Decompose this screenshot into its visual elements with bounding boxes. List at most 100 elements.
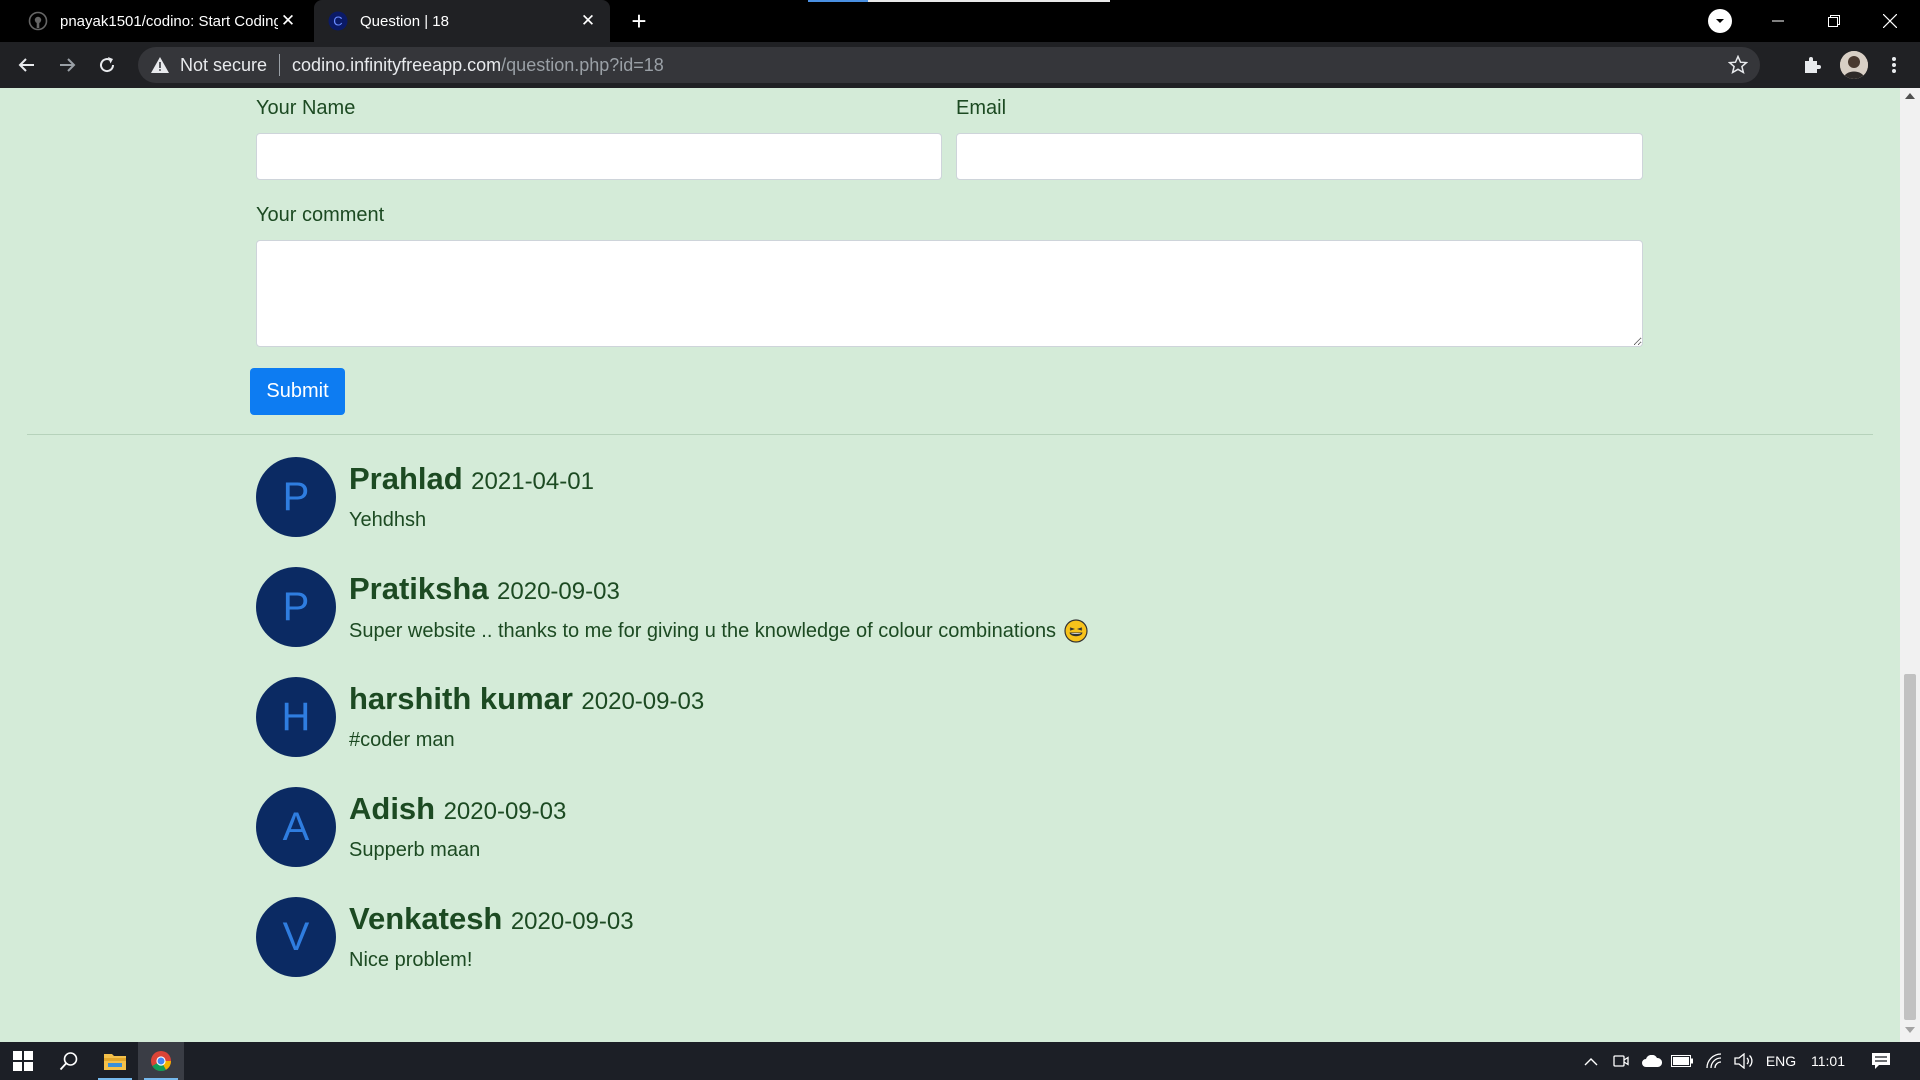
github-icon [28,11,48,31]
tab-github[interactable]: pnayak1501/codino: Start Coding ✕ [14,0,310,42]
profile-icon [1840,51,1868,79]
tab-search-button[interactable] [1708,9,1732,33]
tab-title: Question | 18 [360,12,449,30]
comment-header: Pratiksha 2020-09-03 [349,571,620,607]
minimize-button[interactable] [1750,0,1806,42]
bookmark-star-icon[interactable] [1728,55,1748,75]
notification-icon [1872,1053,1890,1069]
close-icon[interactable]: ✕ [278,11,298,31]
page-scrollbar[interactable] [1900,88,1920,1042]
arrow-left-icon [18,58,34,72]
reload-button[interactable] [91,49,123,81]
cloud-icon [1642,1055,1662,1067]
search-icon [59,1052,78,1071]
minimize-icon [1772,20,1784,22]
comment-text: #coder man [349,729,455,752]
tab-question[interactable]: C Question | 18 ✕ [314,0,610,42]
close-window-button[interactable] [1862,0,1918,42]
chevron-up-icon [1584,1057,1598,1065]
file-explorer-button[interactable] [92,1042,138,1080]
comment-text: Nice problem! [349,949,472,972]
comment-textarea[interactable] [256,240,1643,347]
restore-button[interactable] [1806,0,1862,42]
comment-body: Super website .. thanks to me for giving… [349,619,1057,642]
laughing-emoji-icon [1064,619,1088,643]
section-divider [27,434,1873,435]
warning-icon[interactable] [150,55,170,75]
reload-icon [100,57,115,73]
omnibox-divider [279,54,281,76]
comment-body: Supperb maan [349,839,481,861]
comment-header: harshith kumar 2020-09-03 [349,681,704,717]
forward-button[interactable] [51,49,83,81]
windows-logo-icon [13,1051,33,1071]
folder-icon [104,1054,126,1070]
action-center-button[interactable] [1864,1042,1898,1080]
comment-avatar: P [256,457,336,537]
browser-menu-button[interactable] [1882,53,1906,77]
comment-author: Prahlad [349,461,463,496]
comment-avatar: A [256,787,336,867]
tab-highlight-accent [808,0,868,2]
comment-text: Super website .. thanks to me for giving… [349,619,1088,643]
comment-header: Prahlad 2021-04-01 [349,461,594,497]
volume-button[interactable] [1730,1042,1758,1080]
comment-date: 2020-09-03 [443,798,567,825]
input-language[interactable]: ENG [1762,1042,1800,1080]
address-bar[interactable]: Not secure codino.infinityfreeapp.com/qu… [138,47,1760,83]
arrow-right-icon [60,58,76,72]
comment-author: harshith kumar [349,681,573,716]
security-label[interactable]: Not secure [180,55,267,76]
comment-avatar: H [256,677,336,757]
comment-date: 2020-09-03 [497,578,620,605]
extensions-button[interactable] [1800,53,1824,77]
clock[interactable]: 11:01 [1806,1042,1850,1080]
show-hidden-icons-button[interactable] [1578,1042,1604,1080]
comment-text: Yehdhsh [349,509,426,532]
comment-item: H harshith kumar 2020-09-03 #coder man [256,677,1456,761]
wifi-icon [1706,1053,1722,1069]
start-button[interactable] [0,1042,46,1080]
codino-c-icon: C [328,11,348,31]
comment-item: P Pratiksha 2020-09-03 Super website .. … [256,567,1456,651]
comment-item: A Adish 2020-09-03 Supperb maan [256,787,1456,871]
profile-avatar[interactable] [1840,51,1868,79]
email-input[interactable] [956,133,1643,180]
comment-body: Nice problem! [349,949,473,971]
comment-avatar: P [256,567,336,647]
back-button[interactable] [11,49,43,81]
url-host: codino.infinityfreeapp.com [292,54,502,75]
meet-now-button[interactable] [1608,1042,1634,1080]
scroll-up-arrow-icon[interactable] [1900,92,1920,104]
comment-author: Pratiksha [349,571,489,606]
scrollbar-thumb[interactable] [1904,674,1916,1020]
new-tab-button[interactable]: + [624,6,654,36]
kebab-menu-icon [1892,57,1896,73]
email-label: Email [956,97,1007,119]
chrome-taskbar-button[interactable] [138,1042,184,1080]
chrome-icon [151,1051,172,1072]
submit-button[interactable]: Submit [250,368,345,415]
comment-author: Venkatesh [349,901,503,936]
scroll-down-arrow-icon[interactable] [1900,1026,1920,1038]
tab-strip: pnayak1501/codino: Start Coding ✕ C Ques… [0,0,1920,42]
close-icon [1883,14,1897,28]
comment-date: 2020-09-03 [581,688,705,715]
network-button[interactable] [1700,1042,1728,1080]
name-label: Your Name [256,97,356,119]
onedrive-button[interactable] [1638,1042,1666,1080]
comment-avatar: V [256,897,336,977]
comment-label: Your comment [256,204,385,226]
close-icon[interactable]: ✕ [578,11,598,31]
url-path: /question.php?id=18 [501,54,664,75]
search-button[interactable] [46,1042,92,1080]
comment-header: Adish 2020-09-03 [349,791,566,827]
page-content: Your Name Email Your comment Submit P Pr… [0,88,1900,1042]
battery-button[interactable] [1668,1042,1696,1080]
speaker-icon [1734,1053,1753,1069]
comment-item: P Prahlad 2021-04-01 Yehdhsh [256,457,1456,541]
tab-title: pnayak1501/codino: Start Coding [60,12,278,30]
puzzle-icon [1805,57,1821,73]
comment-body: Yehdhsh [349,509,427,531]
name-input[interactable] [256,133,942,180]
